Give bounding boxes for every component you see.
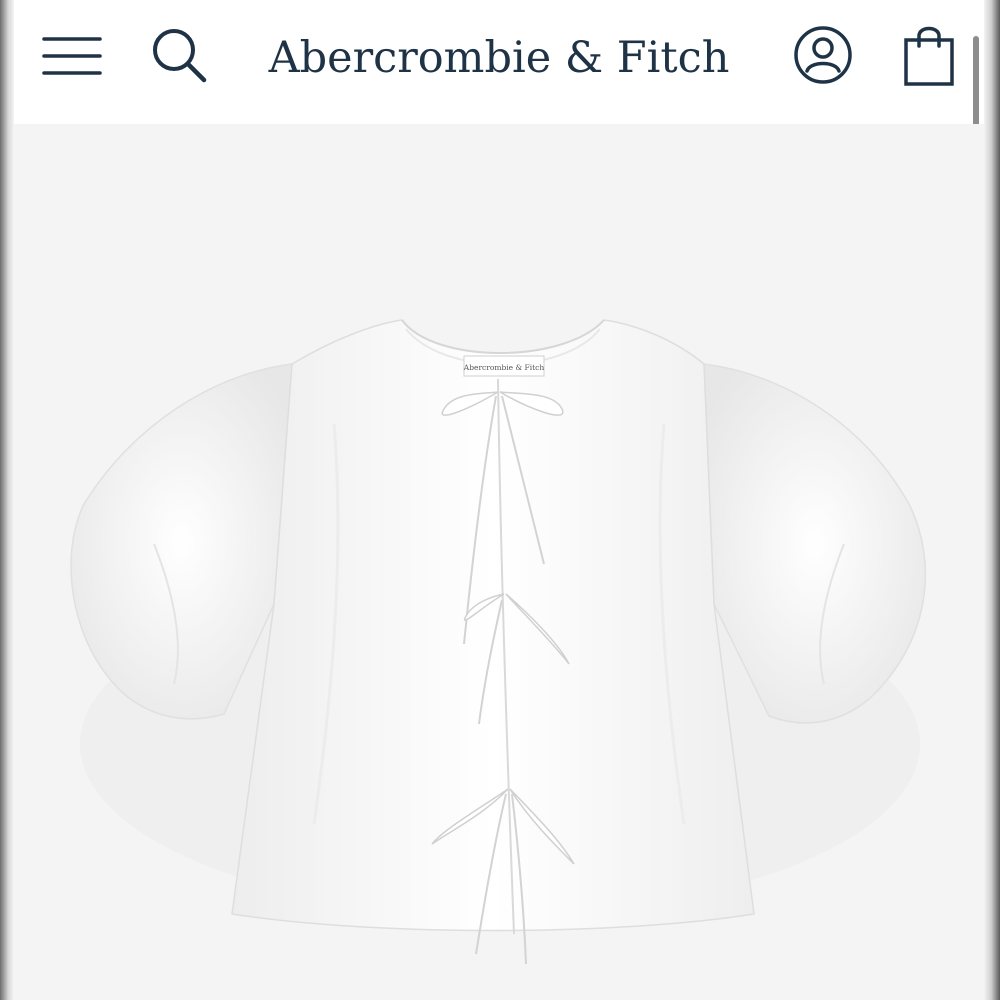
search-icon[interactable]: [150, 26, 210, 86]
device-bezel-right: [984, 0, 1000, 1000]
app-screen: Abercrombie & Fitch Abercrombie & Fitch: [0, 0, 1000, 1000]
product-image-area[interactable]: Abercrombie & Fitch: [14, 124, 984, 1000]
shopping-bag-icon[interactable]: [902, 22, 956, 88]
hamburger-menu-icon[interactable]: [42, 34, 102, 78]
product-image-white-tie-front-top: Abercrombie & Fitch: [70, 319, 927, 965]
brand-logo[interactable]: Abercrombie & Fitch: [264, 28, 734, 88]
garment-tag-text: Abercrombie & Fitch: [463, 363, 545, 372]
user-account-icon[interactable]: [792, 24, 854, 86]
device-bezel-left: [0, 0, 14, 1000]
site-header: Abercrombie & Fitch: [14, 0, 984, 124]
